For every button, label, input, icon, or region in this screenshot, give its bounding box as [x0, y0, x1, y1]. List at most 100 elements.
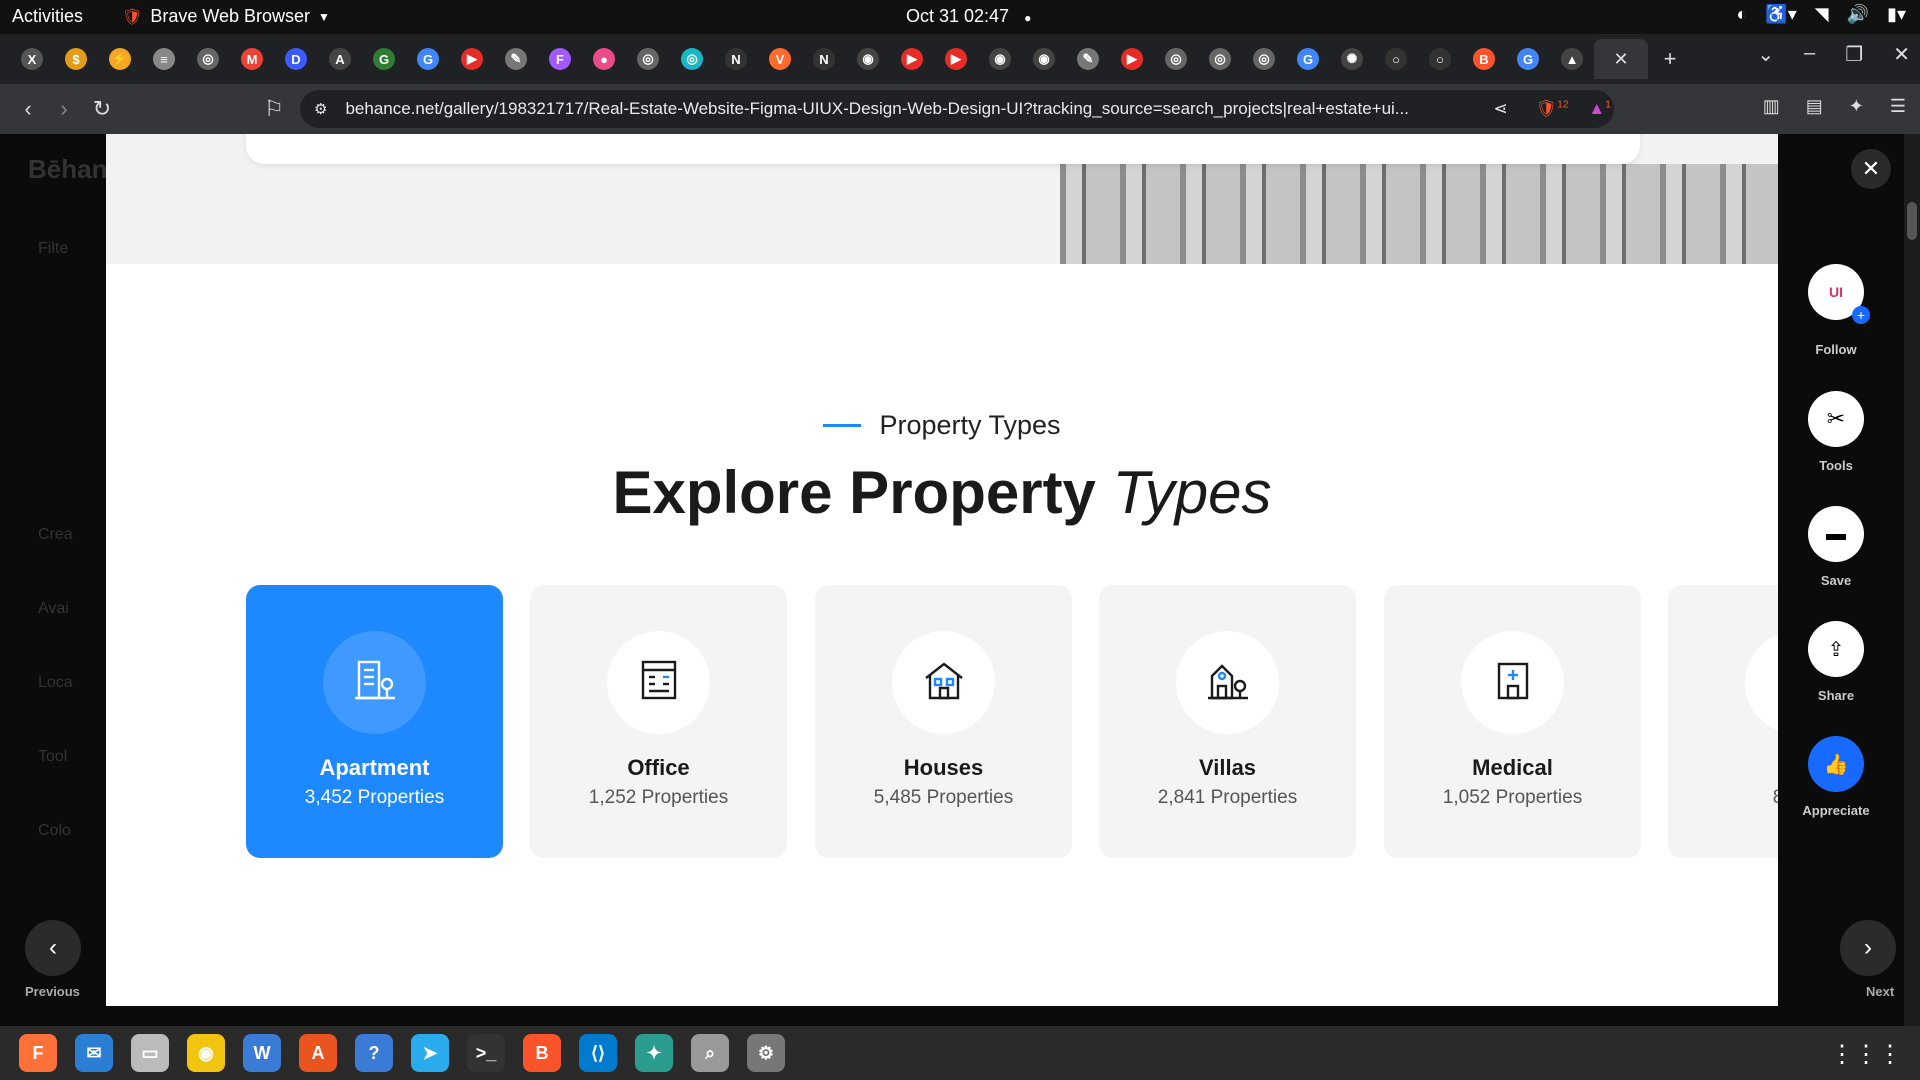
browser-tab[interactable]: ◎	[1198, 39, 1242, 79]
browser-tab[interactable]: ◎	[186, 39, 230, 79]
browser-tab[interactable]: ▶	[450, 39, 494, 79]
software-icon[interactable]: A	[299, 1034, 337, 1072]
property-card-bu[interactable]: Bu 8,532	[1668, 585, 1778, 858]
browser-tab[interactable]: ▲	[1550, 39, 1594, 79]
browser-tab[interactable]: G	[1286, 39, 1330, 79]
back-button[interactable]: ‹	[10, 91, 46, 127]
terminal-icon[interactable]: >_	[467, 1034, 505, 1072]
help-icon[interactable]: ?	[355, 1034, 393, 1072]
minimize-icon[interactable]: –	[1804, 42, 1815, 67]
browser-tab[interactable]: G	[406, 39, 450, 79]
browser-tab[interactable]: ◎	[670, 39, 714, 79]
forward-button[interactable]: ›	[46, 91, 82, 127]
browser-tab[interactable]: ⚡	[98, 39, 142, 79]
firefox-icon[interactable]: F	[19, 1034, 57, 1072]
previous-button[interactable]: ‹	[25, 920, 81, 976]
browser-tab[interactable]: D	[274, 39, 318, 79]
openai-icon: ✺	[1341, 48, 1363, 70]
activities-button[interactable]: Activities	[12, 6, 83, 27]
property-card-apartment[interactable]: Apartment 3,452 Properties	[246, 585, 503, 858]
circle-icon: ◎	[681, 48, 703, 70]
browser-tab[interactable]: ◉	[978, 39, 1022, 79]
wifi-icon[interactable]: ◥	[1815, 4, 1829, 25]
property-card-villas[interactable]: Villas 2,841 Properties	[1099, 585, 1356, 858]
wallet-icon[interactable]: ▤	[1806, 96, 1823, 117]
appreciate-button[interactable]: 👍	[1808, 736, 1864, 792]
search-icon[interactable]: ⌕	[691, 1034, 729, 1072]
volume-icon[interactable]: 🔊	[1847, 4, 1869, 25]
thunderbird-icon[interactable]: ✉	[75, 1034, 113, 1072]
app-grid-icon[interactable]: ⋮⋮⋮	[1830, 1040, 1902, 1069]
browser-tab[interactable]: ◎	[1154, 39, 1198, 79]
system-tray[interactable]: ◐ ♿▾ ◥ 🔊 ▮▾	[1736, 4, 1906, 25]
browser-tab[interactable]: A	[318, 39, 362, 79]
browser-tab[interactable]: ◎	[1242, 39, 1286, 79]
battery-icon[interactable]: ▮▾	[1887, 4, 1906, 25]
share-button[interactable]: ⇪	[1808, 621, 1864, 677]
browser-tab[interactable]: ◎	[626, 39, 670, 79]
accessibility-icon[interactable]: ♿▾	[1765, 4, 1796, 25]
site-info-icon[interactable]: ⚙	[314, 100, 327, 118]
close-icon[interactable]: ✕	[1851, 149, 1891, 189]
browser-tab[interactable]: ●	[582, 39, 626, 79]
bookmark-icon[interactable]: ⚐	[256, 91, 292, 127]
clock[interactable]: Oct 31 02:47 ●	[906, 6, 1031, 27]
browser-tab[interactable]: ○	[1418, 39, 1462, 79]
browser-tab[interactable]: ○	[1374, 39, 1418, 79]
property-card-houses[interactable]: Houses 5,485 Properties	[815, 585, 1072, 858]
maximize-icon[interactable]: ❐	[1845, 42, 1863, 67]
browser-tab[interactable]: ✺	[1330, 39, 1374, 79]
browser-tab[interactable]: $	[54, 39, 98, 79]
property-name: Bu	[1668, 755, 1778, 781]
browser-tab[interactable]: ≡	[142, 39, 186, 79]
browser-tab[interactable]: N	[802, 39, 846, 79]
files-icon[interactable]: ▭	[131, 1034, 169, 1072]
settings-icon[interactable]: ⚙	[747, 1034, 785, 1072]
browser-tab[interactable]: F	[538, 39, 582, 79]
app-menu[interactable]: 🛡 Brave Web Browser ▼	[122, 6, 330, 27]
browser-tab[interactable]: N	[714, 39, 758, 79]
menu-icon[interactable]: ☰	[1890, 96, 1906, 117]
new-tab-button[interactable]: +	[1648, 39, 1692, 79]
browser-tab[interactable]: ✎	[1066, 39, 1110, 79]
browser-tab[interactable]: ▶	[890, 39, 934, 79]
leo-ai-icon[interactable]: ✦	[1849, 96, 1864, 117]
browser-tab[interactable]: M	[230, 39, 274, 79]
address-bar[interactable]: ⚙ behance.net/gallery/198321717/Real-Est…	[300, 90, 1614, 128]
sidebar-icon[interactable]: ▥	[1763, 96, 1780, 117]
browser-tab[interactable]: G	[362, 39, 406, 79]
anki-icon[interactable]: ✦	[635, 1034, 673, 1072]
browser-tab[interactable]: ▶	[934, 39, 978, 79]
follow-plus-icon[interactable]: +	[1852, 306, 1870, 324]
reload-button[interactable]: ↻	[84, 91, 120, 127]
brave-rewards-icon[interactable]: ▲1	[1588, 99, 1610, 119]
property-card-medical[interactable]: Medical 1,052 Properties	[1384, 585, 1641, 858]
writer-icon[interactable]: W	[243, 1034, 281, 1072]
browser-tab[interactable]: G	[1506, 39, 1550, 79]
rhythmbox-icon[interactable]: ◉	[187, 1034, 225, 1072]
scrollbar-thumb[interactable]	[1907, 202, 1917, 240]
discord-icon[interactable]: ◐	[1736, 4, 1747, 25]
browser-tab[interactable]: ✎	[494, 39, 538, 79]
vscode-icon[interactable]: ⟨⟩	[579, 1034, 617, 1072]
scrollbar[interactable]	[1904, 134, 1920, 1026]
browser-tab[interactable]: B	[1462, 39, 1506, 79]
brave-icon[interactable]: B	[523, 1034, 561, 1072]
brave-shields-icon[interactable]: 🛡12	[1536, 99, 1569, 119]
save-button[interactable]: ▬	[1808, 506, 1864, 562]
lightning-icon: ⚡	[109, 48, 131, 70]
tools-button[interactable]: ✂	[1808, 391, 1864, 447]
browser-tab[interactable]: X	[10, 39, 54, 79]
next-button[interactable]: ›	[1840, 920, 1896, 976]
close-tab-icon[interactable]: ✕	[1613, 49, 1628, 70]
tab-search-icon[interactable]: ⌄	[1757, 42, 1774, 67]
browser-tab[interactable]: ◉	[1022, 39, 1066, 79]
property-card-office[interactable]: Office 1,252 Properties	[530, 585, 787, 858]
active-tab[interactable]: ✕	[1594, 39, 1648, 79]
telegram-icon[interactable]: ➤	[411, 1034, 449, 1072]
browser-tab[interactable]: ▶	[1110, 39, 1154, 79]
share-icon[interactable]: ⋖	[1493, 99, 1507, 119]
close-window-icon[interactable]: ✕	[1893, 42, 1910, 67]
browser-tab[interactable]: V	[758, 39, 802, 79]
browser-tab[interactable]: ◉	[846, 39, 890, 79]
